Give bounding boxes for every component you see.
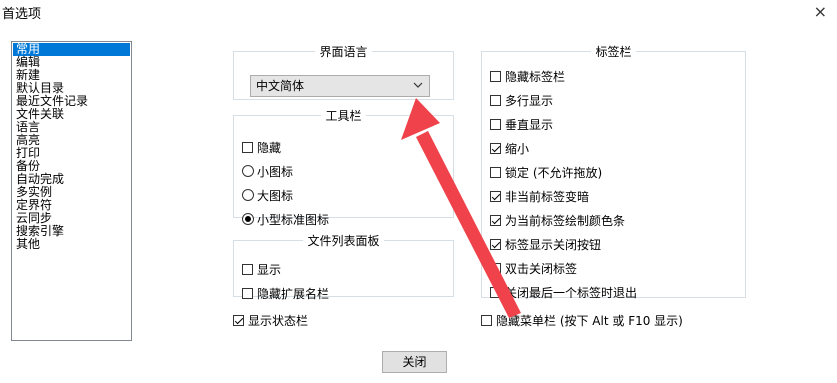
toolbar-hide-label: 隐藏 [257, 140, 282, 155]
status-bar-option[interactable]: 显示状态栏 [233, 311, 308, 329]
tabbar-checkbox[interactable] [490, 238, 501, 250]
tabbar-option[interactable]: 隐藏标签栏 [490, 67, 565, 85]
language-group: 界面语言 中文简体 [233, 43, 454, 100]
tabbar-option[interactable]: 双击关闭标签 [490, 259, 577, 277]
category-item[interactable]: 其他 [13, 238, 130, 251]
tabbar-checkbox[interactable] [490, 166, 501, 178]
tabbar-option[interactable]: 标签显示关闭按钮 [490, 235, 601, 253]
status-bar-label: 显示状态栏 [248, 313, 309, 328]
tabbar-option-label: 关闭最后一个标签时退出 [505, 285, 638, 300]
small-std-icons-label: 小型标准图标 [257, 212, 330, 227]
small-std-icons-radio[interactable] [242, 213, 254, 225]
chevron-down-icon [413, 82, 423, 88]
language-select[interactable]: 中文简体 [250, 75, 430, 97]
menu-bar-checkbox[interactable] [481, 314, 492, 326]
tabbar-option[interactable]: 多行显示 [490, 91, 553, 109]
tabbar-option[interactable]: 缩小 [490, 139, 529, 157]
tabbar-option-label: 锁定 (不允许拖放) [505, 165, 603, 180]
status-bar-checkbox[interactable] [233, 314, 244, 326]
tabbar-option[interactable]: 锁定 (不允许拖放) [490, 163, 602, 181]
toolbar-large-icons-option[interactable]: 大图标 [242, 186, 293, 204]
toolbar-hide-checkbox[interactable] [242, 141, 253, 153]
tabbar-option-label: 多行显示 [505, 93, 554, 108]
hide-ext-label: 隐藏扩展名栏 [257, 286, 330, 301]
tabbar-checkbox[interactable] [490, 94, 501, 106]
tabbar-option-label: 垂直显示 [505, 117, 554, 132]
tabbar-option[interactable]: 非当前标签变暗 [490, 187, 589, 205]
small-icons-label: 小图标 [257, 164, 294, 179]
window-title: 首选项 [2, 7, 42, 22]
large-icons-radio[interactable] [242, 189, 254, 201]
menu-bar-label: 隐藏菜单栏 (按下 Alt 或 F10 显示) [496, 313, 683, 328]
file-list-panel-legend: 文件列表面板 [307, 234, 380, 248]
hide-ext-option[interactable]: 隐藏扩展名栏 [242, 284, 329, 302]
tabbar-checkbox[interactable] [490, 214, 501, 226]
tabbar-option-label: 双击关闭标签 [505, 261, 578, 276]
tabbar-option-label: 为当前标签绘制颜色条 [505, 213, 626, 228]
category-list[interactable]: 常用 编辑 新建 默认目录 最近文件记录 文件关联 语言 高亮 打印 备份 自动… [11, 41, 132, 341]
hide-ext-checkbox[interactable] [242, 287, 253, 299]
language-select-value: 中文简体 [256, 79, 305, 93]
tabbar-option-label: 隐藏标签栏 [505, 69, 566, 84]
tabbar-checkbox[interactable] [490, 118, 501, 130]
toolbar-legend: 工具栏 [325, 109, 362, 123]
close-button[interactable]: 关闭 [382, 351, 447, 373]
window-close-icon[interactable]: × [814, 2, 827, 21]
tabbar-checkbox[interactable] [490, 190, 501, 202]
tabbar-option-label: 非当前标签变暗 [505, 189, 590, 204]
language-legend: 界面语言 [319, 45, 368, 59]
tabbar-legend: 标签栏 [595, 45, 632, 59]
tabbar-checkbox[interactable] [490, 286, 501, 298]
tabbar-option-label: 标签显示关闭按钮 [505, 237, 602, 252]
menu-bar-option[interactable]: 隐藏菜单栏 (按下 Alt 或 F10 显示) [481, 311, 683, 329]
toolbar-hide-option[interactable]: 隐藏 [242, 138, 281, 156]
toolbar-group: 工具栏 隐藏 小图标 大图标 小型标准图标 [233, 107, 454, 227]
toolbar-small-std-icons-option[interactable]: 小型标准图标 [242, 210, 329, 228]
tabbar-checkbox[interactable] [490, 142, 501, 154]
tabbar-checkbox[interactable] [490, 262, 501, 274]
large-icons-label: 大图标 [257, 188, 294, 203]
toolbar-small-icons-option[interactable]: 小图标 [242, 162, 293, 180]
file-list-show-checkbox[interactable] [242, 263, 253, 275]
tabbar-option[interactable]: 垂直显示 [490, 115, 553, 133]
tabbar-checkbox[interactable] [490, 70, 501, 82]
tabbar-option[interactable]: 为当前标签绘制颜色条 [490, 211, 625, 229]
small-icons-radio[interactable] [242, 165, 254, 177]
tabbar-option-label: 缩小 [505, 141, 530, 156]
tabbar-option[interactable]: 关闭最后一个标签时退出 [490, 283, 637, 301]
file-list-show-option[interactable]: 显示 [242, 260, 281, 278]
file-list-panel-group: 文件列表面板 显示 隐藏扩展名栏 [233, 232, 454, 301]
file-list-show-label: 显示 [257, 262, 282, 277]
tabbar-group: 标签栏 隐藏标签栏 多行显示 垂直显示 缩小 锁定 (不允许拖放) 非当前标签变… [481, 43, 746, 301]
